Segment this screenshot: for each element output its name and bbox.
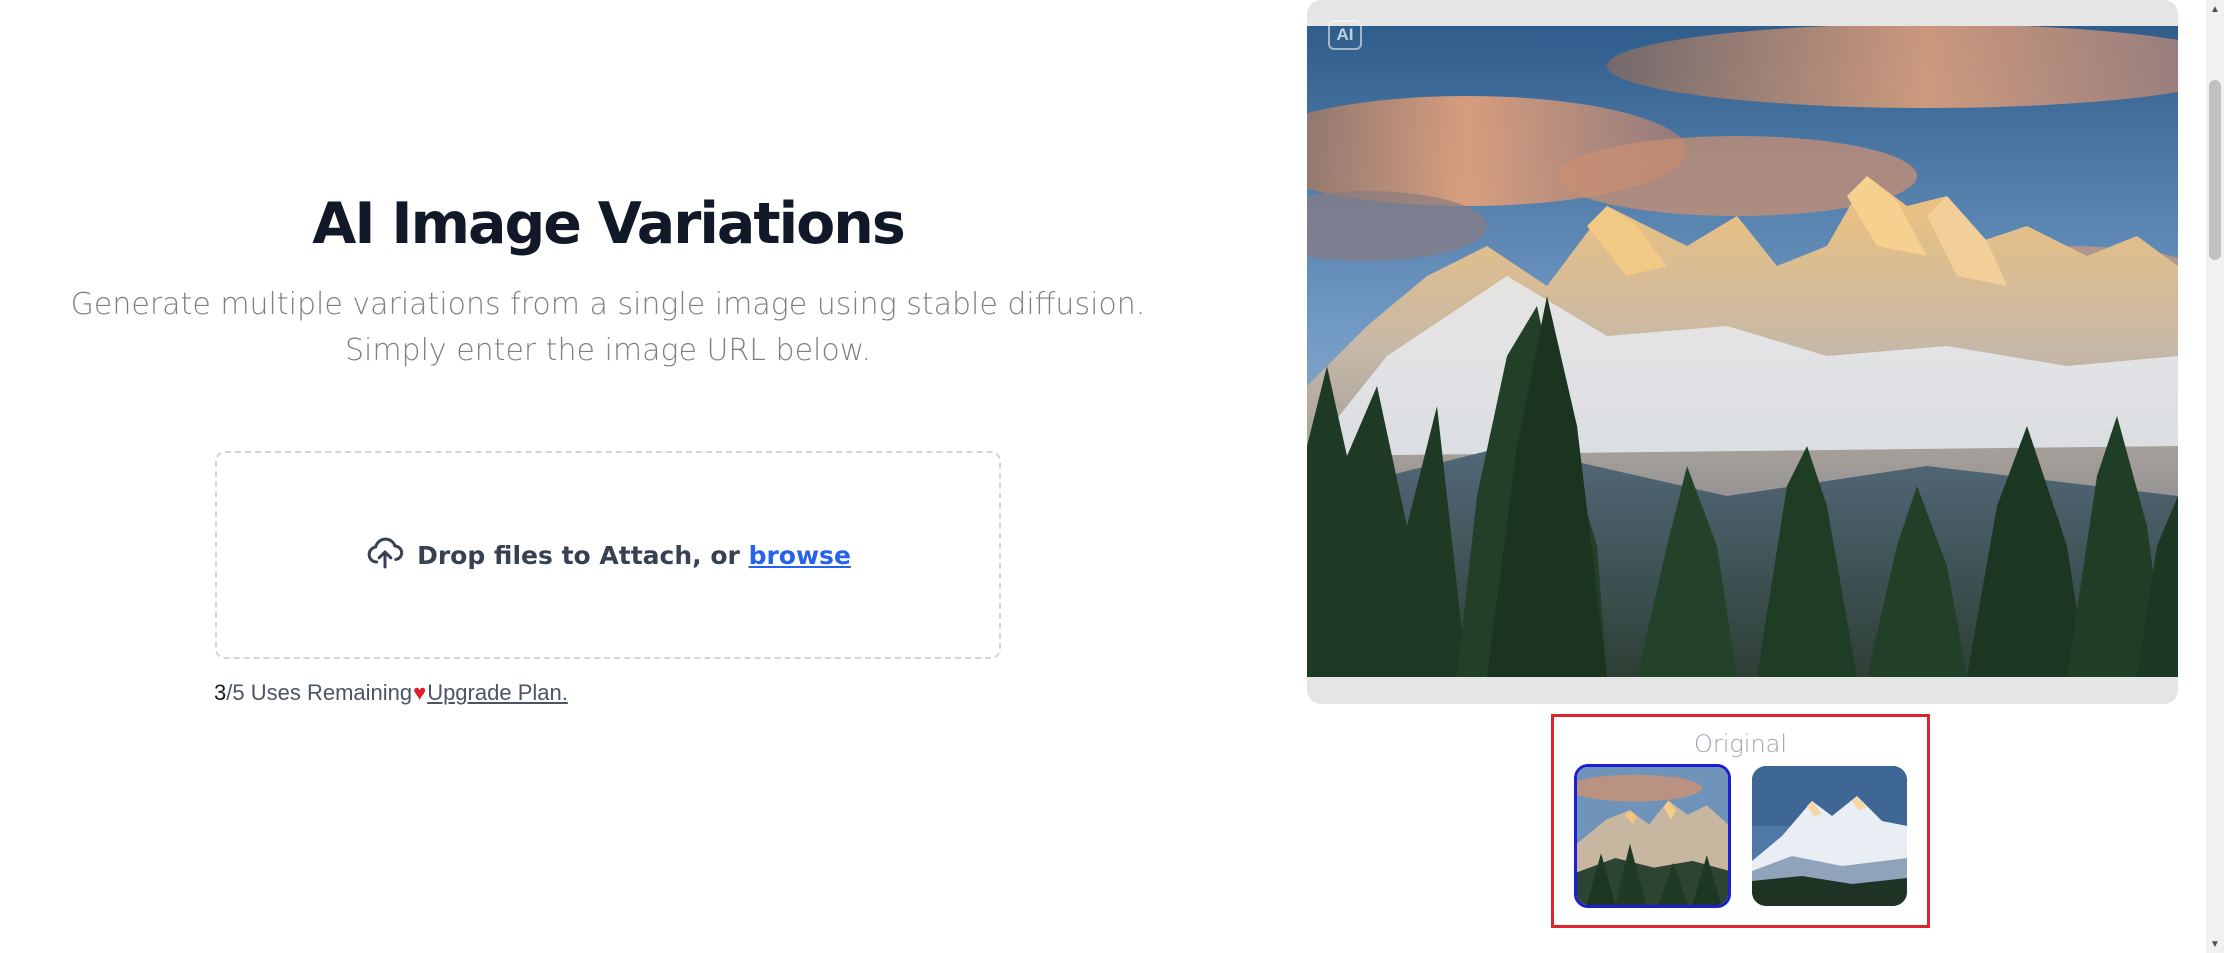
- page-title: AI Image Variations: [312, 191, 906, 257]
- dropzone-label: Drop files to Attach, or: [417, 540, 749, 570]
- original-label: Original: [1693, 730, 1788, 758]
- uses-remaining-text: /5 Uses Remaining: [226, 680, 413, 705]
- page-scrollbar[interactable]: ▲ ▼: [2206, 0, 2224, 953]
- scroll-up-arrow-icon[interactable]: ▲: [2206, 0, 2224, 18]
- cloud-upload-icon: [365, 532, 405, 578]
- variations-panel: Original: [1551, 714, 1930, 928]
- scroll-thumb[interactable]: [2209, 80, 2221, 260]
- browse-link[interactable]: browse: [749, 541, 851, 570]
- dropzone-content: Drop files to Attach, or browse: [365, 532, 851, 578]
- upgrade-plan-link[interactable]: Upgrade Plan.: [427, 680, 568, 706]
- dropzone-text: Drop files to Attach, or browse: [417, 541, 851, 570]
- scroll-down-arrow-icon[interactable]: ▼: [2206, 935, 2224, 953]
- thumbnail-variation-1[interactable]: [1752, 766, 1907, 906]
- usage-status: 3 /5 Uses Remaining ♥ Upgrade Plan.: [214, 680, 568, 706]
- ai-badge: AI: [1328, 20, 1362, 50]
- main-panel: AI Image Variations Generate multiple va…: [0, 0, 1216, 953]
- image-preview-frame: AI: [1307, 0, 2178, 704]
- preview-image: [1307, 26, 2178, 677]
- file-dropzone[interactable]: Drop files to Attach, or browse: [215, 451, 1001, 659]
- heart-icon: ♥: [413, 680, 427, 705]
- thumbnail-original[interactable]: [1574, 764, 1731, 908]
- page-subtitle: Generate multiple variations from a sing…: [70, 287, 1146, 368]
- uses-count: 3: [214, 680, 227, 705]
